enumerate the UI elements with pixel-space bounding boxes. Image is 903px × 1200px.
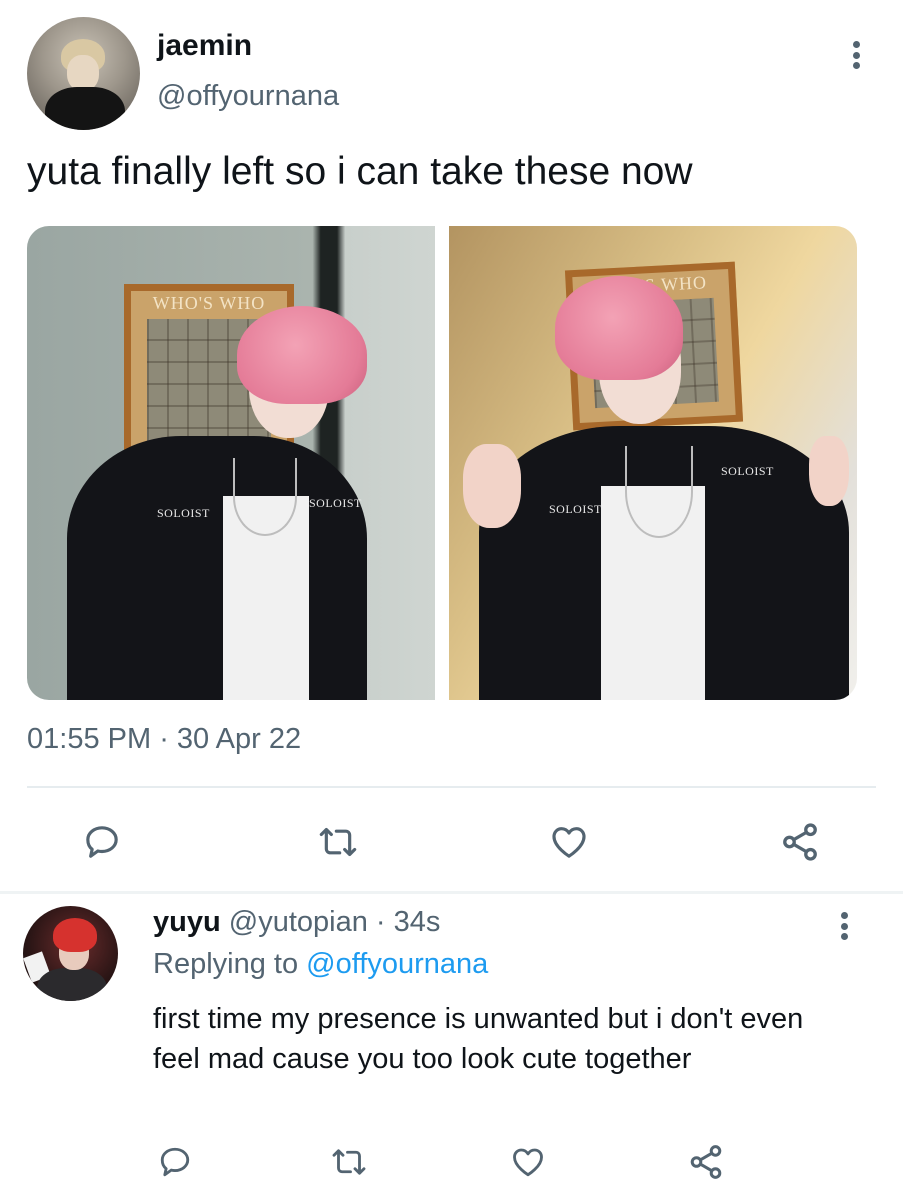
reply-retweet-button[interactable] [325, 1140, 373, 1184]
avatar-hair [53, 918, 97, 952]
reply-icon [86, 826, 118, 858]
jacket-patch: SOLOIST [721, 464, 774, 478]
reply-share-button[interactable] [685, 1140, 727, 1184]
reply-handle[interactable]: @yutopian [229, 906, 368, 938]
replying-to: Replying to @offyournana [153, 948, 488, 981]
share-icon [783, 823, 817, 861]
hand [809, 436, 849, 506]
like-icon [513, 1148, 543, 1177]
black-jacket [67, 436, 367, 700]
reply-icon [160, 1147, 190, 1177]
tweet-detail-screen: jaemin @offyournana yuta finally left so… [0, 0, 903, 1200]
reply-more-options-icon[interactable] [829, 906, 859, 946]
avatar-face [67, 55, 99, 91]
necklace [233, 458, 297, 536]
dot [852, 51, 860, 59]
reply-button[interactable] [78, 818, 126, 866]
reply-reply-button[interactable] [155, 1140, 195, 1184]
dot [852, 41, 860, 48]
separator: · [367, 906, 394, 938]
reply-header: yuyu @yutopian · 34s [153, 906, 440, 939]
dot [840, 912, 848, 919]
tweet-media: WHO'S WHO SOLOIST SOLOIST WHO'S WHO [27, 226, 857, 700]
tweet-photo-2[interactable]: WHO'S WHO SOLOIST SOLOIST [449, 226, 857, 700]
dot [840, 933, 848, 940]
person-figure: SOLOIST SOLOIST [449, 226, 857, 700]
dot [840, 922, 848, 930]
tweet-photo-1[interactable]: WHO'S WHO SOLOIST SOLOIST [27, 226, 435, 700]
pink-hair [555, 276, 683, 380]
peace-sign-hand [463, 444, 521, 528]
author-display-name[interactable]: jaemin [157, 29, 252, 63]
retweet-button[interactable] [312, 818, 364, 866]
divider [27, 786, 876, 788]
separator: · [151, 723, 177, 755]
author-handle[interactable]: @offyournana [157, 80, 339, 113]
reply-like-button[interactable] [508, 1140, 548, 1184]
share-icon [690, 1145, 722, 1179]
avatar-body [37, 968, 107, 1001]
more-options-icon[interactable] [841, 35, 871, 75]
avatar-body [45, 87, 125, 130]
replying-label: Replying to [153, 948, 307, 980]
like-button[interactable] [545, 818, 593, 866]
share-button[interactable] [775, 818, 825, 866]
tweet-text: yuta finally left so i can take these no… [27, 150, 693, 193]
person-figure: SOLOIST SOLOIST [27, 226, 435, 700]
author-avatar[interactable] [27, 17, 140, 130]
replying-mention[interactable]: @offyournana [306, 948, 488, 980]
time: 01:55 PM [27, 723, 152, 755]
tweet-timestamp[interactable]: 01:55 PM · 30 Apr 22 [27, 723, 301, 756]
date: 30 Apr 22 [176, 723, 302, 755]
section-separator [0, 891, 903, 894]
dot [852, 62, 860, 69]
reply-display-name[interactable]: yuyu [153, 906, 221, 938]
retweet-icon [319, 827, 357, 857]
retweet-icon [332, 1149, 366, 1175]
necklace [625, 446, 693, 538]
reply-author-avatar[interactable] [23, 906, 118, 1001]
reply-time[interactable]: 34s [394, 906, 441, 938]
jacket-patch: SOLOIST [309, 496, 362, 510]
reply-text: first time my presence is unwanted but i… [153, 1003, 804, 1075]
jacket-patch: SOLOIST [549, 502, 602, 516]
jacket-patch: SOLOIST [157, 506, 210, 520]
like-icon [552, 827, 586, 858]
pink-hair [237, 306, 367, 404]
main-tweet: jaemin @offyournana yuta finally left so… [0, 0, 903, 893]
